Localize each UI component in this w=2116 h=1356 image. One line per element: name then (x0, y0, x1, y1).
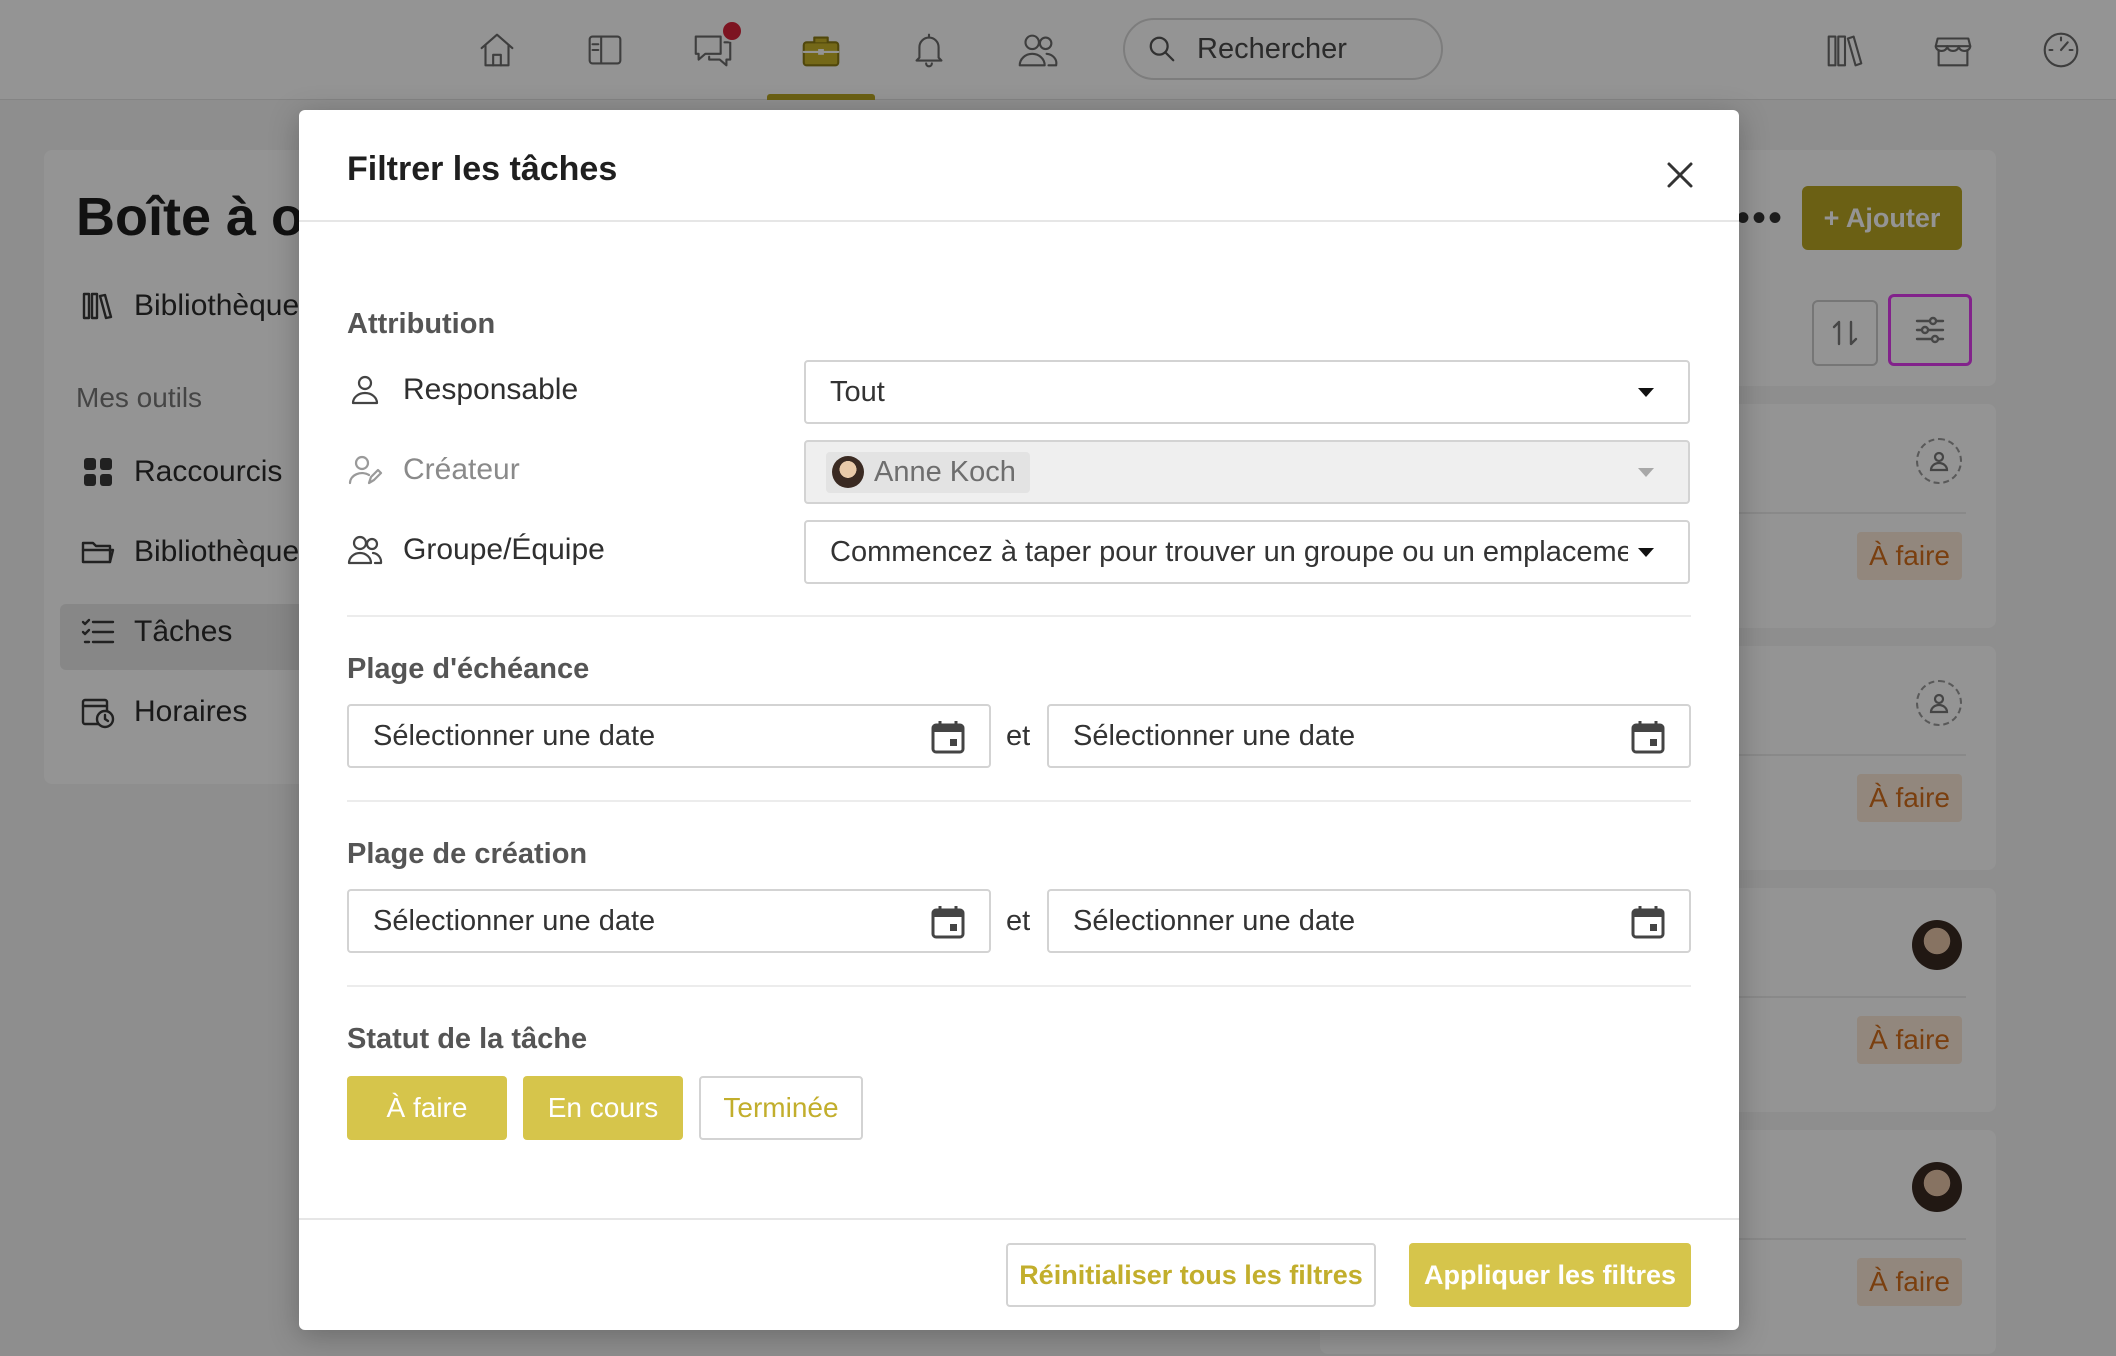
status-done-toggle[interactable]: Terminée (699, 1076, 863, 1140)
date-placeholder: Sélectionner une date (373, 904, 656, 937)
responsable-label-text: Responsable (403, 373, 579, 406)
section-divider (347, 800, 1691, 802)
calendar-icon[interactable] (1629, 718, 1667, 756)
created-date-to-input[interactable]: Sélectionner une date (1047, 889, 1691, 953)
creator-chip-label: Anne Koch (874, 455, 1016, 488)
groupe-select-placeholder: Commencez à taper pour trouver un groupe… (830, 535, 1628, 568)
reset-filters-button[interactable]: Réinitialiser tous les filtres (1006, 1243, 1376, 1307)
avatar (832, 456, 864, 488)
section-divider (347, 615, 1691, 617)
and-separator: et (1006, 905, 1031, 937)
date-placeholder: Sélectionner une date (1073, 904, 1356, 937)
status-todo-toggle[interactable]: À faire (347, 1076, 507, 1140)
apply-filters-button[interactable]: Appliquer les filtres (1409, 1243, 1691, 1307)
section-divider (347, 985, 1691, 987)
groupe-label-text: Groupe/Équipe (403, 533, 605, 566)
and-separator: et (1006, 720, 1031, 752)
chevron-down-icon (1638, 388, 1654, 397)
person-edit-icon (348, 455, 383, 485)
responsable-select[interactable]: Tout (804, 360, 1690, 424)
responsable-label: Responsable (347, 372, 578, 408)
section-title-created-range: Plage de création (347, 838, 588, 870)
group-icon (347, 535, 383, 565)
chevron-down-icon (1638, 468, 1654, 477)
close-icon (1667, 162, 1693, 188)
modal-title: Filtrer les tâches (347, 150, 618, 188)
calendar-icon[interactable] (929, 903, 967, 941)
calendar-icon[interactable] (1629, 903, 1667, 941)
date-placeholder: Sélectionner une date (1073, 719, 1356, 752)
createur-label-text: Créateur (403, 453, 520, 486)
calendar-icon[interactable] (929, 718, 967, 756)
section-title-due-range: Plage d'échéance (347, 653, 590, 685)
section-title-status: Statut de la tâche (347, 1023, 588, 1055)
creator-chip: Anne Koch (826, 451, 1030, 493)
groupe-select[interactable]: Commencez à taper pour trouver un groupe… (804, 520, 1690, 584)
groupe-label: Groupe/Équipe (347, 532, 605, 568)
date-placeholder: Sélectionner une date (373, 719, 656, 752)
filter-tasks-modal: Filtrer les tâches Attribution Responsab… (299, 110, 1739, 1330)
status-in-progress-toggle[interactable]: En cours (523, 1076, 683, 1140)
createur-label: Créateur (347, 452, 520, 488)
modal-header: Filtrer les tâches (299, 110, 1739, 222)
chevron-down-icon (1638, 548, 1654, 557)
section-title-attribution: Attribution (347, 308, 496, 340)
createur-select: Anne Koch (804, 440, 1690, 504)
due-date-to-input[interactable]: Sélectionner une date (1047, 704, 1691, 768)
responsable-select-value: Tout (830, 375, 885, 408)
close-button[interactable] (1659, 154, 1701, 196)
person-icon (351, 375, 379, 405)
due-date-from-input[interactable]: Sélectionner une date (347, 704, 991, 768)
created-date-from-input[interactable]: Sélectionner une date (347, 889, 991, 953)
